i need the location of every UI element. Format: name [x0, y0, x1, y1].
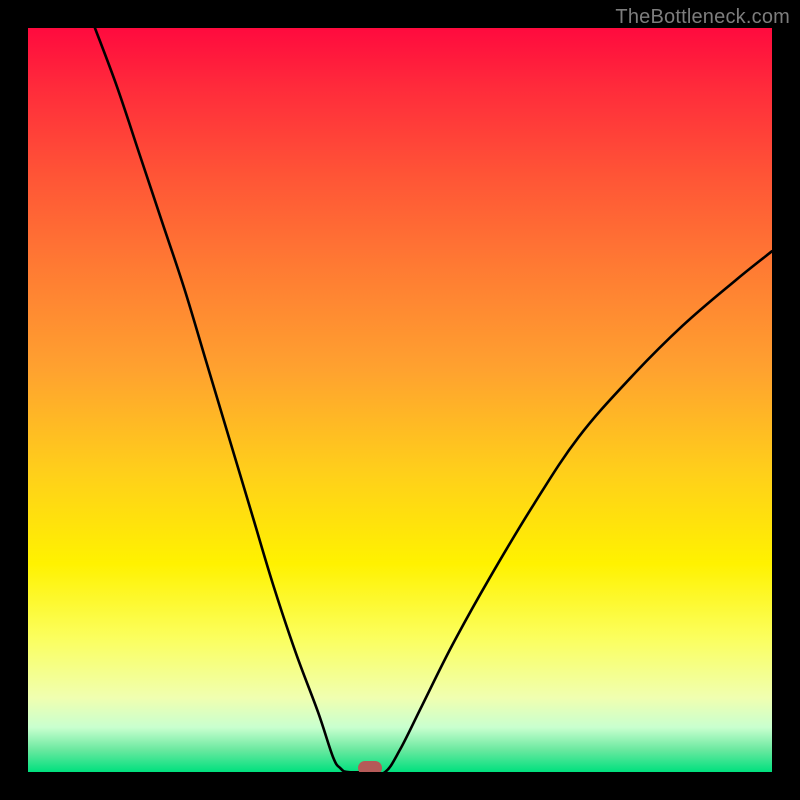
watermark-text: TheBottleneck.com	[615, 6, 790, 29]
plot-area	[28, 28, 772, 772]
minimum-marker	[358, 761, 382, 772]
chart-stage: TheBottleneck.com	[0, 0, 800, 800]
curve-layer	[28, 28, 772, 772]
bottleneck-curve	[95, 28, 772, 772]
